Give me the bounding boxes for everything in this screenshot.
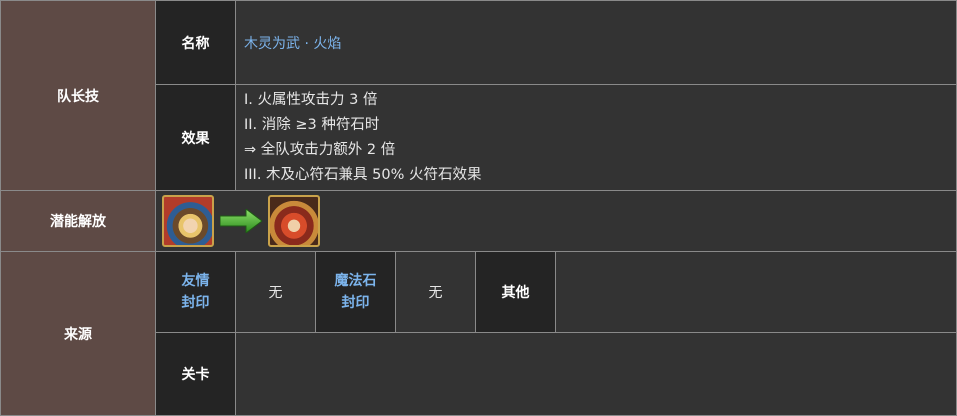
potential-value-cell (155, 190, 957, 252)
skill-name-value-cell: 木灵为武 · 火焰 (235, 0, 957, 85)
stage-label: 关卡 (181, 367, 210, 383)
friend-seal-link-line1[interactable]: 友情 (182, 270, 210, 292)
diamond-seal-link-line2[interactable]: 封印 (342, 292, 370, 314)
source-category: 来源 (0, 251, 156, 416)
skill-name-label-cell: 名称 (155, 0, 236, 85)
friend-seal-link-line2[interactable]: 封印 (182, 292, 210, 314)
other-value-cell (555, 251, 957, 333)
diamond-seal-label-cell: 魔法石 封印 (315, 251, 396, 333)
skill-effect-line: I. 火属性攻击力 3 倍 (244, 91, 378, 108)
diamond-seal-value: 无 (428, 285, 443, 301)
other-label-cell: 其他 (475, 251, 556, 333)
skill-effect-value-cell: I. 火属性攻击力 3 倍 II. 消除 ≥3 种符石时 ⇒ 全队攻击力额外 2… (235, 84, 957, 191)
skill-effect-line: II. 消除 ≥3 种符石时 (244, 116, 380, 133)
friend-seal-value-cell: 无 (235, 251, 316, 333)
other-label: 其他 (501, 285, 530, 301)
skill-name-link[interactable]: 木灵为武 · 火焰 (244, 33, 341, 53)
skill-effect-label-cell: 效果 (155, 84, 236, 191)
diamond-seal-link-line1[interactable]: 魔法石 (335, 270, 377, 292)
skill-name-label: 名称 (181, 35, 210, 52)
diamond-seal-value-cell: 无 (395, 251, 476, 333)
stage-value-cell (235, 332, 957, 416)
leader-skill-category: 队长技 (0, 0, 156, 191)
character-portrait-before-icon[interactable] (162, 195, 214, 247)
stage-label-cell: 关卡 (155, 332, 236, 416)
character-portrait-after-icon[interactable] (268, 195, 320, 247)
friend-seal-value: 无 (268, 285, 283, 301)
skill-effect-label: 效果 (181, 130, 210, 147)
potential-category: 潜能解放 (0, 190, 156, 252)
friend-seal-label-cell: 友情 封印 (155, 251, 236, 333)
leader-skill-category-label: 队长技 (57, 88, 99, 105)
green-arrow-right-icon (220, 209, 262, 233)
skill-effect-line: III. 木及心符石兼具 50% 火符石效果 (244, 166, 482, 183)
card-info-table: 队长技 名称 木灵为武 · 火焰 效果 I. 火属性攻击力 3 倍 II. 消除… (0, 0, 957, 416)
skill-effect-line: ⇒ 全队攻击力额外 2 倍 (244, 141, 396, 158)
potential-category-label: 潜能解放 (50, 214, 106, 230)
source-category-label: 来源 (64, 326, 92, 343)
